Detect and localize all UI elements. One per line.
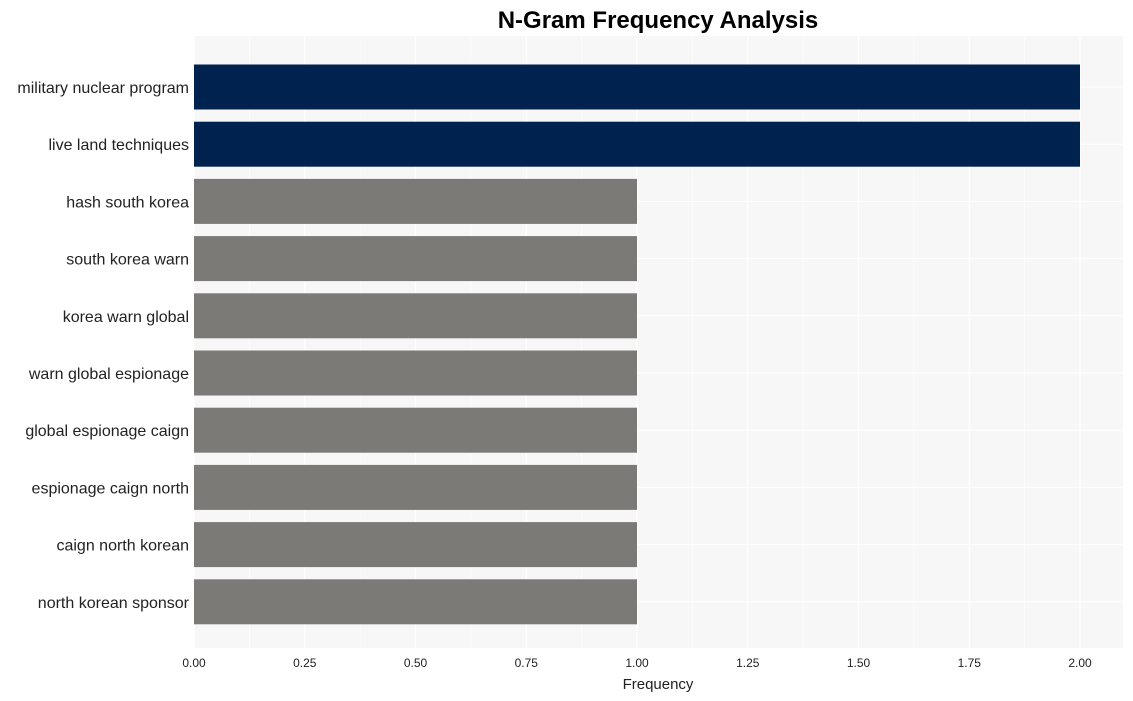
x-tick-label: 0.75 bbox=[515, 656, 539, 670]
bar bbox=[194, 350, 637, 396]
bar bbox=[194, 522, 637, 568]
category-label: warn global espionage bbox=[28, 366, 189, 383]
x-axis-label: Frequency bbox=[623, 676, 694, 693]
category-label: live land techniques bbox=[48, 137, 189, 154]
bar bbox=[194, 293, 637, 339]
bar bbox=[194, 236, 637, 282]
category-label: south korea warn bbox=[66, 252, 189, 269]
category-label: korea warn global bbox=[63, 309, 189, 326]
category-label: hash south korea bbox=[66, 194, 189, 211]
x-tick-label: 0.25 bbox=[293, 656, 317, 670]
x-tick-labels: 0.00 0.25 0.50 0.75 1.00 1.25 1.50 1.75 2.00 bbox=[182, 656, 1092, 670]
x-tick-label: 1.75 bbox=[958, 656, 982, 670]
bar bbox=[194, 464, 637, 510]
category-label: espionage caign north bbox=[32, 480, 189, 497]
bar bbox=[194, 121, 1080, 167]
bar bbox=[194, 407, 637, 453]
chart-title: N-Gram Frequency Analysis bbox=[498, 7, 819, 34]
ngram-bar-chart: N-Gram Frequency Analysis military nucle… bbox=[17, 7, 1123, 693]
bar bbox=[194, 64, 1080, 110]
category-label: north korean sponsor bbox=[38, 595, 190, 612]
bar bbox=[194, 579, 637, 625]
category-label: military nuclear program bbox=[17, 80, 189, 97]
x-tick-label: 2.00 bbox=[1068, 656, 1092, 670]
category-label: global espionage caign bbox=[25, 423, 189, 440]
bar bbox=[194, 178, 637, 224]
x-tick-label: 1.00 bbox=[625, 656, 649, 670]
category-label: caign north korean bbox=[56, 538, 189, 555]
x-tick-label: 1.25 bbox=[736, 656, 760, 670]
category-labels: military nuclear program live land techni… bbox=[17, 80, 189, 612]
x-tick-label: 0.50 bbox=[404, 656, 428, 670]
x-tick-label: 1.50 bbox=[847, 656, 871, 670]
x-tick-label: 0.00 bbox=[182, 656, 206, 670]
